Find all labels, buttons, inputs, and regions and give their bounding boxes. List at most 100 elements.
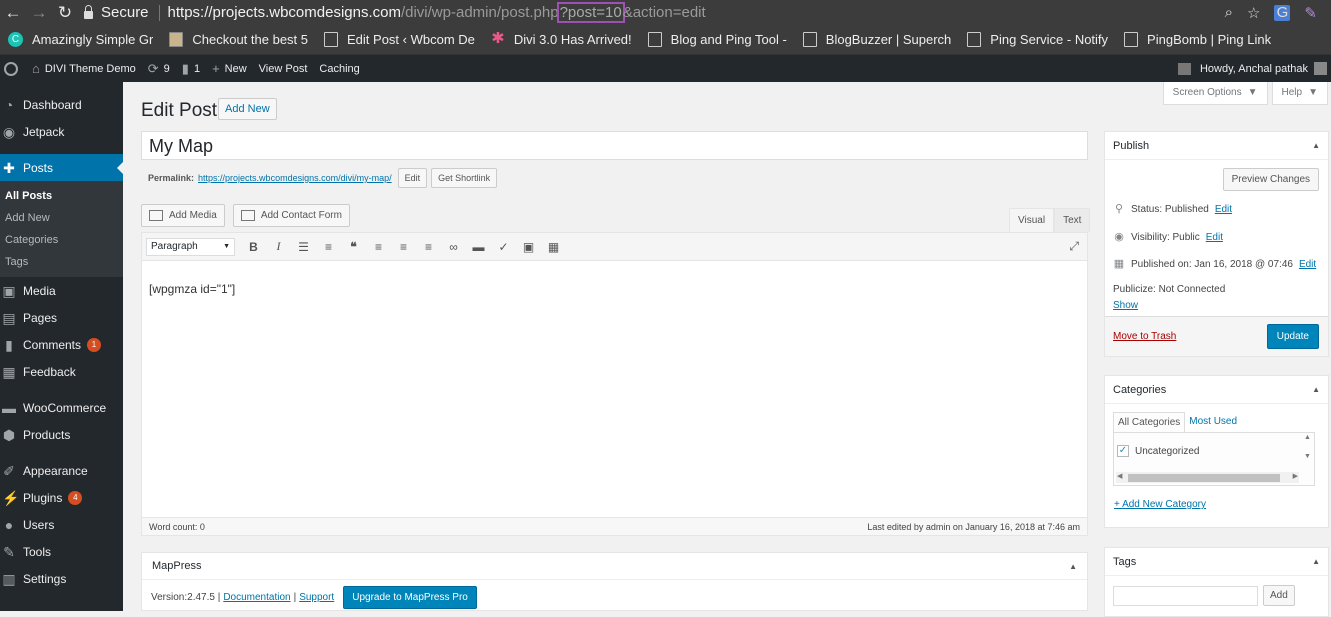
- distraction-free-icon[interactable]: ⤢: [1069, 239, 1079, 254]
- account-menu[interactable]: Howdy, Anchal pathak: [1178, 62, 1331, 75]
- bookmark-item[interactable]: CAmazingly Simple Gr: [0, 32, 161, 47]
- scroll-right-icon[interactable]: ▶: [1293, 472, 1298, 480]
- view-post-link[interactable]: View Post: [253, 55, 314, 82]
- sidebar-item-plugins[interactable]: ⚡Plugins4: [0, 484, 123, 511]
- bookmark-item[interactable]: Ping Service - Notify: [959, 32, 1116, 47]
- add-media-button[interactable]: Add Media: [141, 204, 225, 227]
- bold-icon[interactable]: B: [241, 240, 266, 254]
- blockquote-icon[interactable]: ❝: [341, 240, 366, 254]
- sidebar-item-pages[interactable]: ▤Pages: [0, 304, 123, 331]
- publish-header[interactable]: Publish▲: [1105, 132, 1328, 160]
- comments-link[interactable]: ▮1: [176, 55, 206, 82]
- post-title-input[interactable]: My Map: [141, 131, 1088, 160]
- submenu-categories[interactable]: Categories: [0, 229, 123, 251]
- caret-up-icon[interactable]: ▲: [1312, 385, 1320, 394]
- sidebar-item-appearance[interactable]: ✐Appearance: [0, 457, 123, 484]
- align-right-icon[interactable]: ≡: [416, 240, 441, 254]
- fullscreen-view-icon[interactable]: ▣: [516, 240, 541, 254]
- move-to-trash-link[interactable]: Move to Trash: [1113, 331, 1176, 342]
- edit-permalink-button[interactable]: Edit: [398, 168, 428, 188]
- upgrade-mappress-button[interactable]: Upgrade to MapPress Pro: [343, 586, 477, 609]
- sidebar-item-products[interactable]: ⬢Products: [0, 421, 123, 448]
- scroll-up-icon[interactable]: ▲: [1302, 434, 1313, 441]
- caret-up-icon[interactable]: ▲: [1312, 557, 1320, 566]
- numbered-list-icon[interactable]: ≡: [316, 240, 341, 254]
- caching-link[interactable]: Caching: [313, 55, 365, 82]
- link-icon[interactable]: ∞: [441, 240, 466, 254]
- format-select[interactable]: Paragraph▼: [146, 238, 235, 256]
- sidebar-item-media[interactable]: ▣Media: [0, 277, 123, 304]
- bookmark-item[interactable]: Blog and Ping Tool -: [640, 32, 795, 47]
- edit-status-link[interactable]: Edit: [1215, 204, 1232, 215]
- sidebar-item-posts[interactable]: ✚Posts: [0, 154, 123, 181]
- bookmark-item[interactable]: Checkout the best 5: [161, 32, 316, 47]
- add-new-button[interactable]: Add New: [218, 98, 277, 120]
- categories-header[interactable]: Categories▲: [1105, 376, 1328, 404]
- align-left-icon[interactable]: ≡: [366, 240, 391, 254]
- horizontal-scrollbar[interactable]: ◀▶: [1116, 472, 1299, 483]
- sidebar-item-dashboard[interactable]: ◔Dashboard: [0, 91, 123, 118]
- submenu-add-new[interactable]: Add New: [0, 207, 123, 229]
- add-contact-form-button[interactable]: Add Contact Form: [233, 204, 350, 227]
- category-item[interactable]: ✓Uncategorized: [1117, 445, 1199, 457]
- submenu-tags[interactable]: Tags: [0, 251, 123, 273]
- editor-content[interactable]: [wpgmza id="1"]: [142, 261, 1087, 317]
- translate-icon[interactable]: G: [1274, 5, 1290, 21]
- help-button[interactable]: Help▼: [1272, 82, 1328, 105]
- bookmark-item[interactable]: Edit Post ‹ Wbcom De: [316, 32, 483, 47]
- scroll-down-icon[interactable]: ▼: [1302, 453, 1313, 460]
- support-link[interactable]: Support: [299, 592, 334, 603]
- tab-most-used[interactable]: Most Used: [1185, 412, 1241, 433]
- add-new-category-link[interactable]: + Add New Category: [1114, 499, 1206, 510]
- sidebar-item-comments[interactable]: ▮Comments1: [0, 331, 123, 358]
- address-field[interactable]: Secure https://projects.wbcomdesigns.com…: [84, 0, 1225, 25]
- zoom-icon[interactable]: ⌕: [1225, 4, 1233, 21]
- sidebar-item-woocommerce[interactable]: ▬WooCommerce: [0, 394, 123, 421]
- updates-link[interactable]: ⟳9: [142, 55, 176, 82]
- tags-header[interactable]: Tags▲: [1105, 548, 1328, 576]
- sidebar-item-feedback[interactable]: ▦Feedback: [0, 358, 123, 385]
- documentation-link[interactable]: Documentation: [223, 592, 290, 603]
- edit-date-link[interactable]: Edit: [1299, 259, 1316, 270]
- pen-extension-icon[interactable]: ✎: [1304, 4, 1317, 22]
- tag-input[interactable]: [1113, 586, 1258, 606]
- bookmark-item[interactable]: ✱Divi 3.0 Has Arrived!: [483, 32, 640, 47]
- bullet-list-icon[interactable]: ☰: [291, 240, 316, 254]
- back-icon[interactable]: ←: [0, 0, 26, 25]
- toolbar-toggle-icon[interactable]: ▦: [541, 240, 566, 254]
- caret-up-icon[interactable]: ▲: [1312, 141, 1320, 150]
- publicize-show-link[interactable]: Show: [1113, 300, 1138, 311]
- sidebar-item-tools[interactable]: ✎Tools: [0, 538, 123, 565]
- scroll-left-icon[interactable]: ◀: [1117, 472, 1122, 480]
- preview-changes-button[interactable]: Preview Changes: [1223, 168, 1319, 191]
- read-more-icon[interactable]: ▬: [466, 240, 491, 254]
- bookmark-item[interactable]: PingBomb | Ping Link: [1116, 32, 1279, 47]
- site-name-link[interactable]: ⌂DIVI Theme Demo: [26, 55, 142, 82]
- spellcheck-icon[interactable]: ✓: [491, 240, 516, 254]
- wordpress-logo-icon[interactable]: [4, 62, 18, 76]
- submenu-all-posts[interactable]: All Posts: [0, 185, 123, 207]
- get-shortlink-button[interactable]: Get Shortlink: [431, 168, 497, 188]
- bookmark-item[interactable]: BlogBuzzer | Superch: [795, 32, 960, 47]
- scroll-thumb[interactable]: [1128, 474, 1280, 482]
- bookmark-star-icon[interactable]: ☆: [1247, 4, 1260, 22]
- screen-options-button[interactable]: Screen Options▼: [1163, 82, 1268, 105]
- tab-text[interactable]: Text: [1054, 208, 1090, 232]
- sidebar-item-users[interactable]: ●Users: [0, 511, 123, 538]
- edit-visibility-link[interactable]: Edit: [1206, 232, 1223, 243]
- tab-all-categories[interactable]: All Categories: [1113, 412, 1185, 433]
- forward-icon[interactable]: →: [26, 0, 52, 25]
- sidebar-item-settings[interactable]: ▥Settings: [0, 565, 123, 592]
- sidebar-item-jetpack[interactable]: ◉Jetpack: [0, 118, 123, 145]
- vertical-scrollbar[interactable]: ▲▼: [1302, 434, 1313, 472]
- add-tag-button[interactable]: Add: [1263, 585, 1295, 606]
- caret-up-icon[interactable]: ▲: [1069, 562, 1077, 571]
- message-icon[interactable]: [1178, 63, 1191, 75]
- checkbox-checked-icon[interactable]: ✓: [1117, 445, 1129, 457]
- new-content-link[interactable]: +New: [206, 55, 253, 82]
- permalink-link[interactable]: https://projects.wbcomdesigns.com/divi/m…: [198, 173, 392, 183]
- update-button[interactable]: Update: [1267, 324, 1319, 349]
- mappress-header[interactable]: MapPress▲: [142, 553, 1087, 580]
- reload-icon[interactable]: ↻: [52, 0, 78, 25]
- tab-visual[interactable]: Visual: [1009, 208, 1054, 232]
